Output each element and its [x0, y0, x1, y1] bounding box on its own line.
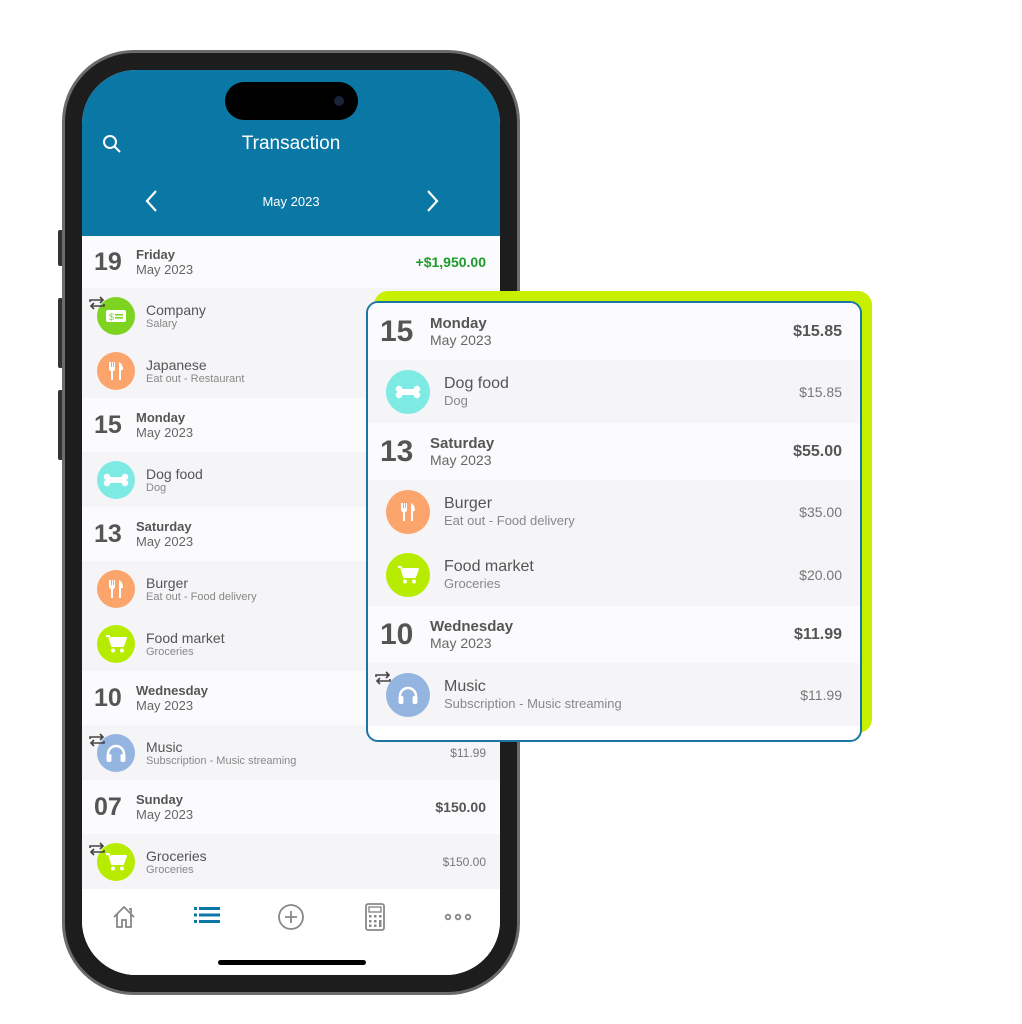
home-indicator [218, 960, 366, 965]
add-circle-icon [277, 903, 305, 933]
transaction-name: Music [444, 678, 486, 695]
recurring-icon [88, 842, 106, 861]
day-number: 13 [380, 434, 414, 468]
add-circle-tab[interactable] [271, 903, 311, 933]
app-header: Transaction May 2023 [82, 70, 500, 236]
list-tab[interactable] [187, 903, 227, 933]
day-number: 10 [94, 683, 122, 712]
more-tab[interactable] [438, 903, 478, 933]
transaction-item[interactable]: Burger Eat out - Food delivery $35.00 [368, 480, 860, 543]
transaction-name: Food market [444, 558, 534, 575]
zoomed-transaction-card: 15 Monday May 2023 $15.85 Dog food Dog $15.85 1… [366, 301, 862, 742]
transaction-name: Burger [146, 574, 189, 591]
day-total: +$1,950.00 [415, 254, 486, 270]
day-number: 07 [94, 792, 122, 821]
next-month-button[interactable] [424, 188, 440, 214]
home-tab[interactable] [104, 903, 144, 933]
transaction-category: Eat out - Restaurant [146, 372, 245, 385]
month-year: May 2023 [136, 807, 194, 822]
weekday: Saturday [430, 435, 495, 452]
transaction-category: Subscription - Music streaming [444, 696, 622, 711]
weekday: Sunday [136, 792, 183, 807]
transaction-item[interactable]: Food market Groceries $20.00 [368, 543, 860, 606]
month-year: May 2023 [136, 698, 194, 713]
transaction-amount: $35.00 [799, 503, 842, 520]
transaction-amount: $20.00 [799, 566, 842, 583]
transaction-category: Dog [146, 481, 167, 494]
transaction-amount: $15.85 [799, 383, 842, 400]
recurring-icon [374, 671, 392, 690]
day-header: 10 Wednesday May 2023 $11.99 [368, 606, 860, 663]
transaction-category: Dog [444, 393, 468, 408]
dynamic-island [225, 82, 358, 120]
fork-knife-icon [386, 489, 430, 534]
day-header: 07 Sunday May 2023 $150.00 [82, 780, 500, 834]
day-header: 15 Monday May 2023 $15.85 [368, 303, 860, 360]
transaction-item[interactable]: Groceries Groceries $150.00 [82, 834, 500, 889]
transaction-name: Company [146, 301, 206, 318]
transaction-name: Dog food [146, 465, 203, 482]
transaction-name: Japanese [146, 356, 207, 373]
day-number: 15 [94, 410, 122, 439]
day-header: 13 Saturday May 2023 $55.00 [368, 423, 860, 480]
home-icon [110, 903, 138, 933]
weekday: Monday [430, 315, 487, 332]
transaction-name: Music [146, 738, 183, 755]
month-year: May 2023 [430, 452, 492, 468]
bone-icon [97, 460, 135, 499]
calculator-tab[interactable] [355, 903, 395, 933]
transaction-name: Food market [146, 629, 225, 646]
cart-icon [386, 552, 430, 597]
list-icon [193, 903, 221, 933]
day-number: 19 [94, 247, 122, 276]
day-number: 15 [380, 314, 414, 348]
day-total: $150.00 [435, 799, 486, 815]
month-year: May 2023 [136, 534, 194, 549]
day-total: $15.85 [793, 322, 842, 340]
transaction-category: Groceries [444, 576, 501, 591]
transaction-category: Groceries [146, 863, 194, 876]
day-number: 13 [94, 519, 122, 548]
transaction-item[interactable]: Music Subscription - Music streaming $11.9… [368, 663, 860, 726]
transaction-category: Eat out - Food delivery [146, 590, 257, 603]
svg-text:$: $ [109, 312, 114, 322]
calculator-icon [364, 903, 386, 933]
cart-icon [97, 624, 135, 663]
month-year: May 2023 [136, 425, 194, 440]
recurring-icon [88, 733, 106, 752]
transaction-category: Eat out - Food delivery [444, 513, 575, 528]
transaction-category: Salary [146, 317, 178, 330]
weekday: Friday [136, 247, 176, 262]
bone-icon [386, 369, 430, 414]
weekday: Wednesday [136, 683, 209, 698]
day-number: 10 [380, 617, 414, 651]
transaction-name: Burger [444, 495, 493, 512]
day-total: $11.99 [793, 625, 842, 643]
month-year: May 2023 [136, 262, 194, 277]
fork-knife-icon [97, 569, 135, 608]
recurring-icon [88, 296, 106, 315]
transaction-amount: $11.99 [800, 686, 842, 703]
page-title: Transaction [241, 133, 341, 154]
month-year: May 2023 [430, 332, 492, 348]
fork-knife-icon [97, 351, 135, 390]
transaction-amount: $150.00 [442, 854, 486, 869]
more-icon [443, 903, 473, 933]
weekday: Saturday [136, 519, 192, 534]
headphones-icon [386, 672, 430, 717]
transaction-item[interactable]: Dog food Dog $15.85 [368, 360, 860, 423]
weekday: Monday [136, 410, 186, 425]
transaction-amount: $11.99 [450, 745, 486, 760]
transaction-name: Dog food [444, 375, 509, 392]
transaction-name: Groceries [146, 847, 207, 864]
transaction-category: Subscription - Music streaming [146, 754, 297, 767]
transaction-category: Groceries [146, 645, 194, 658]
day-header: 19 Friday May 2023 +$1,950.00 [82, 236, 500, 288]
day-total: $55.00 [793, 442, 842, 460]
month-year: May 2023 [430, 635, 492, 651]
weekday: Wednesday [430, 618, 514, 635]
